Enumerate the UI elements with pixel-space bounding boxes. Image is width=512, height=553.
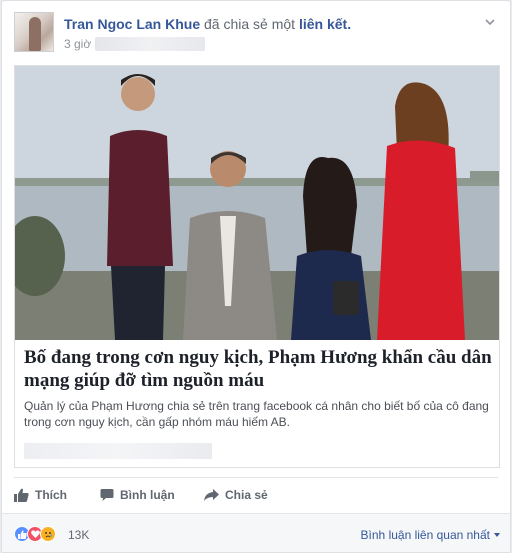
chevron-down-icon[interactable] bbox=[484, 16, 496, 28]
feed-post: Tran Ngoc Lan Khue đã chia sẻ một liên k… bbox=[1, 0, 511, 553]
like-label: Thích bbox=[35, 488, 67, 502]
reaction-count[interactable]: 13K bbox=[68, 528, 89, 542]
share-button[interactable]: Chia sẻ bbox=[204, 488, 268, 502]
post-timestamp[interactable]: 3 giờ bbox=[64, 37, 91, 51]
post-footer: 13K Bình luận liên quan nhất bbox=[2, 513, 510, 552]
sad-reaction-icon bbox=[40, 526, 56, 542]
author-name[interactable]: Tran Ngoc Lan Khue bbox=[64, 16, 200, 32]
share-icon bbox=[204, 488, 219, 501]
shared-object-link[interactable]: liên kết. bbox=[299, 16, 351, 32]
post-actions: Thích Bình luận Chia sẻ bbox=[14, 477, 498, 509]
comment-icon bbox=[100, 489, 114, 501]
thumbs-up-icon bbox=[14, 488, 29, 502]
post-header: Tran Ngoc Lan Khue đã chia sẻ một liên k… bbox=[14, 12, 498, 57]
comment-button[interactable]: Bình luận bbox=[100, 488, 175, 502]
author-avatar[interactable] bbox=[14, 12, 54, 52]
card-source-blurred bbox=[24, 443, 212, 459]
card-title[interactable]: Bố đang trong cơn nguy kịch, Phạm Hương … bbox=[24, 346, 494, 392]
link-preview-image[interactable] bbox=[15, 66, 499, 340]
post-verb: đã chia sẻ một bbox=[204, 16, 296, 32]
reaction-icons[interactable] bbox=[14, 526, 56, 542]
comment-label: Bình luận bbox=[120, 488, 175, 502]
link-preview-card[interactable]: Bố đang trong cơn nguy kịch, Phạm Hương … bbox=[14, 65, 500, 468]
post-meta: 3 giờ bbox=[64, 37, 206, 51]
post-headline: Tran Ngoc Lan Khue đã chia sẻ một liên k… bbox=[64, 16, 351, 32]
like-button[interactable]: Thích bbox=[14, 488, 67, 502]
caret-down-icon bbox=[494, 533, 500, 537]
blurred-privacy bbox=[95, 37, 206, 51]
share-label: Chia sẻ bbox=[225, 488, 268, 502]
comment-sort-dropdown[interactable]: Bình luận liên quan nhất bbox=[361, 528, 500, 542]
card-description: Quản lý của Phạm Hương chia sẻ trên tran… bbox=[24, 399, 489, 429]
comment-sort-label: Bình luận liên quan nhất bbox=[360, 528, 490, 542]
